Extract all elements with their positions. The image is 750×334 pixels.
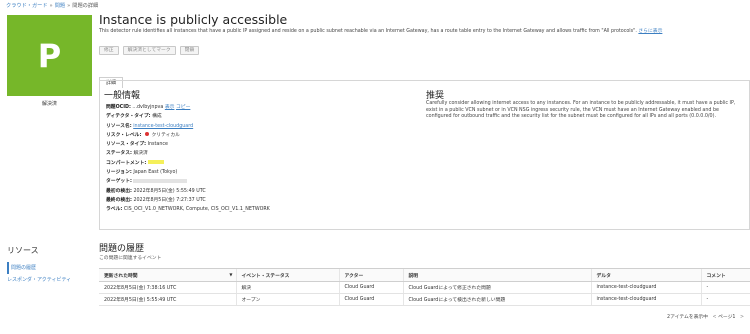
dismiss-button[interactable]: 閉鎖 bbox=[179, 46, 200, 55]
history-heading: 問題の履歴 bbox=[99, 244, 145, 254]
last-detected-value: 2022年8月5日(金) 7:27:37 UTC bbox=[133, 197, 206, 203]
compartment-label: コンパートメント: bbox=[106, 160, 147, 166]
table-row: 2022年8月5日(金) 7:38:16 UTC 解決 Cloud Guard … bbox=[99, 281, 750, 294]
ocid-copy-link[interactable]: コピー bbox=[176, 105, 190, 110]
table-row: 2022年8月5日(金) 5:55:49 UTC オープン Cloud Guar… bbox=[99, 293, 750, 306]
cell-comment: - bbox=[700, 281, 750, 294]
risk-value: クリティカル bbox=[151, 132, 180, 138]
resources-heading: リソース bbox=[7, 246, 39, 255]
recommendation-heading: 推奨 bbox=[426, 91, 445, 101]
resource-type-value: Instance bbox=[147, 142, 168, 148]
history-subtitle: この問題に関連するイベント bbox=[99, 256, 162, 261]
info-row-target: ターゲット: bbox=[106, 177, 270, 186]
problem-icon-tile: P bbox=[7, 15, 92, 96]
resource-label: リソース名: bbox=[106, 123, 132, 129]
show-more-link[interactable]: さらに表示 bbox=[638, 29, 662, 34]
cell-description: Cloud Guardによって修正された問題 bbox=[402, 281, 591, 294]
general-info-heading: 一般情報 bbox=[104, 91, 141, 101]
labels-value: CIS_OCI_V1.0_NETWORK, Compute, CIS_OCI_V… bbox=[123, 207, 270, 213]
ocid-value: ...dvlbyjnpva bbox=[132, 105, 164, 110]
column-header-actor: アクター bbox=[338, 268, 403, 282]
cell-description: Cloud Guardによって検出された新しい問題 bbox=[402, 293, 591, 306]
general-info-list: 問題OCID: ...dvlbyjnpva 表示 コピー ディテクタ・タイプ: … bbox=[106, 103, 270, 215]
cell-comment: - bbox=[700, 293, 750, 306]
cell-actor: Cloud Guard bbox=[338, 281, 403, 294]
breadcrumb: クラウド・ガード» 問題» 問題の詳細 bbox=[6, 2, 98, 9]
problem-letter: P bbox=[37, 36, 62, 75]
next-page-icon[interactable]: > bbox=[740, 315, 744, 320]
column-label: 更新された時間 bbox=[104, 273, 138, 279]
column-header-updated[interactable]: 更新された時間 ▼ bbox=[99, 268, 236, 282]
cell-delta: instance-test-cloudguard bbox=[590, 293, 701, 306]
page-title: Instance is publicly accessible bbox=[99, 12, 288, 27]
description-text: This detector rule identifies all instan… bbox=[99, 29, 637, 34]
resource-link[interactable]: instance-test-cloudguard bbox=[133, 124, 193, 129]
cell-updated: 2022年8月5日(金) 5:55:49 UTC bbox=[99, 293, 236, 306]
pager-page: ページ1 bbox=[718, 315, 736, 320]
info-row-detector: ディテクタ・タイプ: 構成 bbox=[106, 112, 270, 121]
breadcrumb-current: 問題の詳細 bbox=[72, 3, 99, 9]
action-buttons: 修正 解決済としてマーク 閉鎖 bbox=[99, 46, 200, 55]
sidebar-item-problem-history[interactable]: 問題の履歴 bbox=[7, 262, 87, 274]
info-row-compartment: コンパートメント: bbox=[106, 159, 270, 168]
resource-type-label: リソース・タイプ: bbox=[106, 142, 147, 148]
first-detected-value: 2022年8月5日(金) 5:55:49 UTC bbox=[133, 188, 206, 194]
column-header-comment: コメント bbox=[700, 268, 750, 282]
target-label: ターゲット: bbox=[106, 179, 132, 185]
tile-status: 解決済 bbox=[41, 101, 57, 107]
info-row-resource-type: リソース・タイプ: Instance bbox=[106, 140, 270, 149]
first-detected-label: 最初の検出: bbox=[106, 188, 132, 194]
recommendation-text: Carefully consider allowing internet acc… bbox=[426, 101, 736, 120]
column-header-status: イベント・ステータス bbox=[235, 268, 339, 282]
cell-actor: Cloud Guard bbox=[338, 293, 403, 306]
remediate-button[interactable]: 修正 bbox=[99, 46, 119, 55]
cell-status: オープン bbox=[235, 293, 339, 306]
sort-icon[interactable]: ▼ bbox=[229, 272, 232, 277]
info-row-risk: リスク・レベル: クリティカル bbox=[106, 131, 270, 140]
labels-label: ラベル: bbox=[106, 207, 123, 213]
cell-delta: instance-test-cloudguard bbox=[590, 281, 701, 294]
ocid-show-link[interactable]: 表示 bbox=[165, 105, 175, 110]
prev-page-icon[interactable]: < bbox=[713, 315, 717, 320]
info-row-first-detected: 最初の検出: 2022年8月5日(金) 5:55:49 UTC bbox=[106, 187, 270, 196]
breadcrumb-separator: » bbox=[49, 3, 53, 9]
breadcrumb-problems[interactable]: 問題 bbox=[55, 3, 65, 9]
info-row-labels: ラベル: CIS_OCI_V1.0_NETWORK, Compute, CIS_… bbox=[106, 205, 270, 214]
mark-resolved-button[interactable]: 解決済としてマーク bbox=[122, 46, 176, 55]
info-row-status: ステータス: 解決済 bbox=[106, 149, 270, 158]
column-header-delta: デルタ bbox=[590, 268, 701, 282]
last-detected-label: 最終の検出: bbox=[106, 197, 132, 203]
pager-count: 2アイテムを表示中 bbox=[667, 315, 708, 320]
critical-risk-icon bbox=[144, 132, 149, 137]
rule-description: This detector rule identifies all instan… bbox=[99, 29, 739, 36]
history-table: 更新された時間 ▼ イベント・ステータス アクター 説明 デルタ コメント 202… bbox=[99, 268, 750, 306]
breadcrumb-cloud-guard[interactable]: クラウド・ガード bbox=[6, 3, 48, 9]
cell-status: 解決 bbox=[235, 281, 339, 294]
detector-value: 構成 bbox=[152, 114, 162, 120]
compartment-redacted bbox=[147, 160, 164, 165]
region-value: Japan East (Tokyo) bbox=[133, 170, 178, 176]
pagination: 2アイテムを表示中 < ページ1 > bbox=[667, 313, 744, 320]
status-label: ステータス: bbox=[106, 151, 132, 157]
info-row-ocid: 問題OCID: ...dvlbyjnpva 表示 コピー bbox=[106, 103, 270, 112]
info-row-region: リージョン: Japan East (Tokyo) bbox=[106, 168, 270, 177]
ocid-label: 問題OCID: bbox=[106, 105, 131, 110]
sidebar-item-responder-activity[interactable]: レスポンダ・アクティビティ bbox=[7, 274, 87, 286]
column-header-description: 説明 bbox=[402, 268, 591, 282]
info-row-last-detected: 最終の検出: 2022年8月5日(金) 7:27:37 UTC bbox=[106, 196, 270, 205]
target-redacted bbox=[133, 178, 188, 183]
resources-menu: 問題の履歴 レスポンダ・アクティビティ bbox=[7, 262, 87, 286]
risk-label: リスク・レベル: bbox=[106, 132, 142, 138]
region-label: リージョン: bbox=[106, 170, 132, 176]
info-row-resource: リソース名: instance-test-cloudguard bbox=[106, 122, 270, 131]
detector-label: ディテクタ・タイプ: bbox=[106, 114, 151, 120]
table-header-row: 更新された時間 ▼ イベント・ステータス アクター 説明 デルタ コメント bbox=[99, 268, 750, 282]
cell-updated: 2022年8月5日(金) 7:38:16 UTC bbox=[99, 281, 236, 294]
breadcrumb-separator: » bbox=[67, 3, 71, 9]
status-value: 解決済 bbox=[133, 151, 148, 157]
